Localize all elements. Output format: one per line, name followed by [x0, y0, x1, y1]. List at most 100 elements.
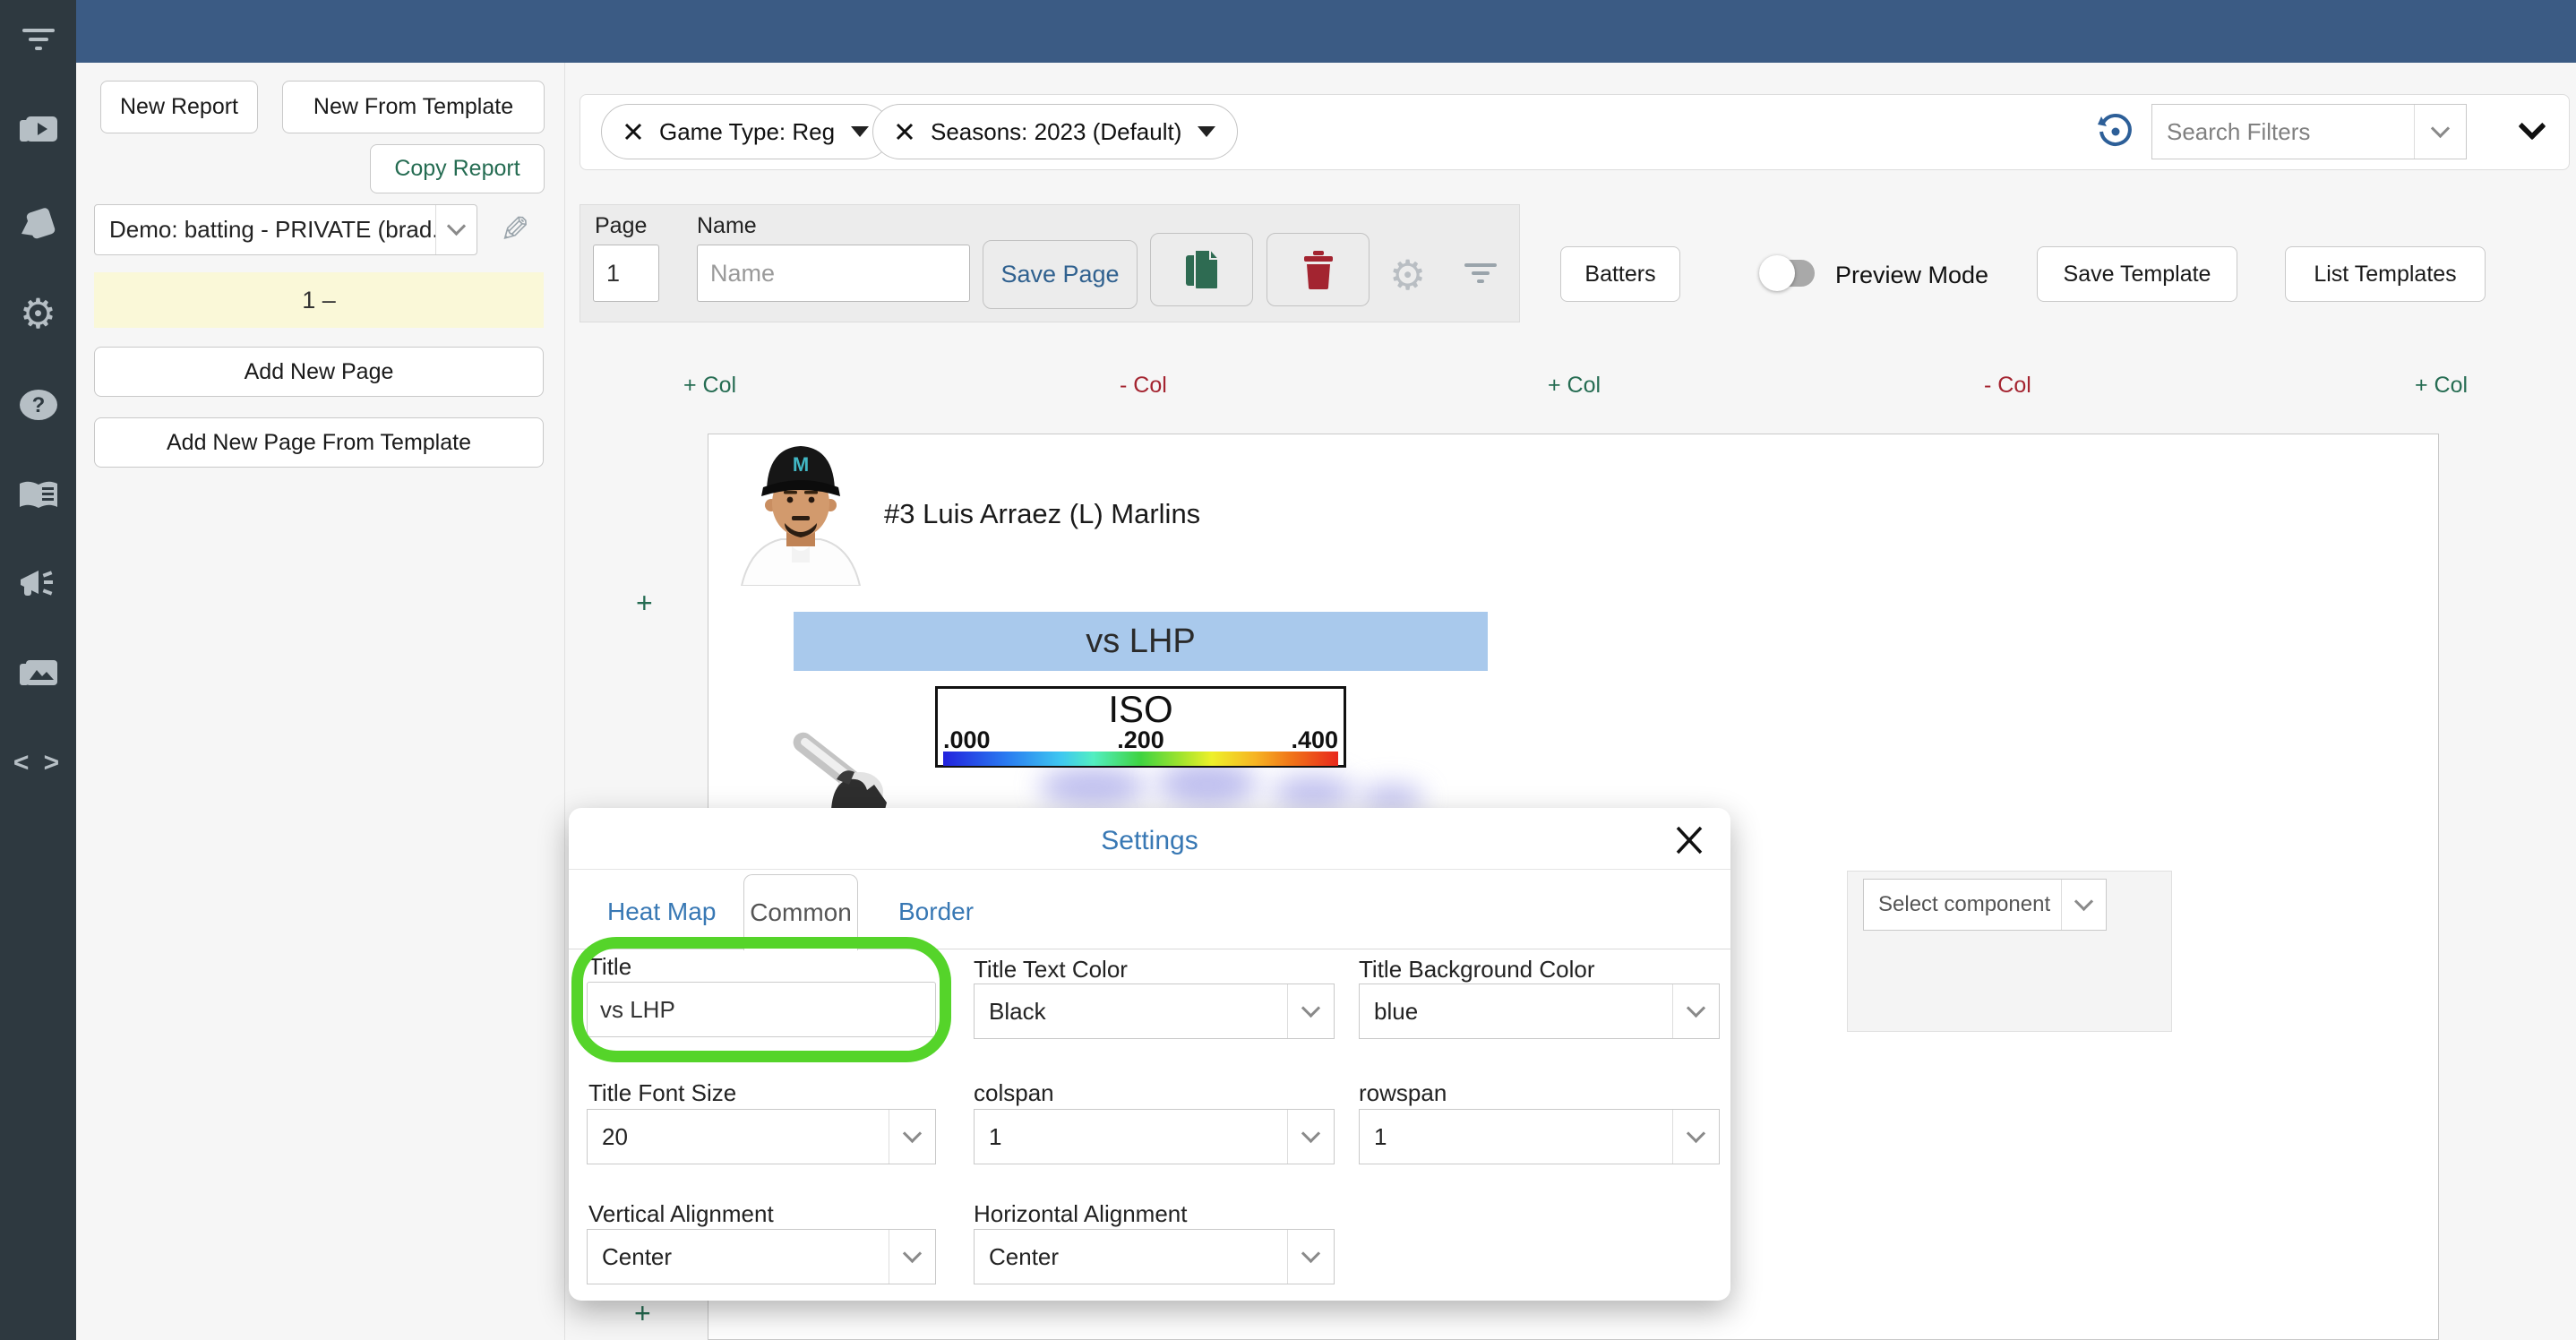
- colspan-select[interactable]: 1: [974, 1109, 1335, 1164]
- colspan-label: colspan: [974, 1079, 1054, 1106]
- add-column-button[interactable]: + Col: [1548, 373, 1601, 399]
- title-text-color-select[interactable]: Black: [974, 984, 1335, 1039]
- page-indicator: 1 –: [302, 286, 336, 314]
- legend-metric: ISO: [1108, 688, 1173, 730]
- tab-heat-map[interactable]: Heat Map: [607, 898, 716, 926]
- page-settings-gear-icon[interactable]: ⚙: [1389, 251, 1426, 299]
- copy-report-button[interactable]: Copy Report: [370, 144, 545, 193]
- code-icon[interactable]: < >: [0, 736, 76, 790]
- page-label: Page: [595, 213, 648, 238]
- report-select-value: Demo: batting - PRIVATE (brad...: [109, 216, 435, 243]
- toggle-knob: [1759, 255, 1795, 291]
- settings-gear-icon[interactable]: ⚙: [0, 287, 76, 340]
- trash-icon: [1303, 251, 1333, 289]
- preview-mode-toggle[interactable]: [1759, 255, 1815, 291]
- section-title: vs LHP: [1086, 622, 1196, 660]
- select-caret: [889, 1110, 935, 1164]
- batters-button[interactable]: Batters: [1560, 246, 1680, 302]
- title-font-size-select[interactable]: 20: [587, 1109, 936, 1164]
- add-row-button[interactable]: +: [636, 587, 653, 620]
- select-caret: [1672, 1110, 1719, 1164]
- settings-modal: Settings Heat Map Common Border Title Ti…: [569, 808, 1730, 1301]
- delete-page-button[interactable]: [1267, 233, 1370, 306]
- announcements-icon[interactable]: [0, 557, 76, 611]
- title-background-color-select[interactable]: blue: [1359, 984, 1720, 1039]
- tab-border[interactable]: Border: [898, 898, 974, 926]
- svg-text:M: M: [793, 453, 809, 476]
- app: ⚙ ? < > New Report New From Template Cop…: [0, 0, 2576, 1340]
- player-photo: M: [734, 437, 867, 590]
- tab-common-label: Common: [750, 898, 852, 926]
- report-select[interactable]: Demo: batting - PRIVATE (brad...: [94, 204, 477, 255]
- legend-tick-min: .000: [943, 726, 991, 753]
- top-nav-bar: [76, 0, 2576, 63]
- sidebar: ⚙ ? < >: [0, 0, 76, 1340]
- list-templates-button[interactable]: List Templates: [2285, 246, 2486, 302]
- preview-mode-label: Preview Mode: [1835, 262, 1989, 288]
- title-text-color-label: Title Text Color: [974, 956, 1128, 983]
- filter-chip-game-type[interactable]: Game Type: Reg: [601, 104, 892, 159]
- add-column-button[interactable]: + Col: [2415, 373, 2468, 399]
- chevron-down-icon[interactable]: [851, 126, 870, 137]
- add-row-button-bottom[interactable]: +: [634, 1297, 651, 1330]
- select-caret: [1672, 984, 1719, 1038]
- section-title-bar[interactable]: vs LHP: [794, 612, 1488, 671]
- legend-tick-mid: .200: [1117, 726, 1164, 753]
- vertical-alignment-value: Center: [602, 1242, 673, 1270]
- collapse-filterbar-chevron-icon[interactable]: [2518, 112, 2546, 141]
- page-number-input[interactable]: [593, 245, 659, 302]
- heatmap-legend: ISO .000 .200 .400: [935, 686, 1346, 768]
- settings-modal-title: Settings: [1101, 826, 1198, 855]
- new-from-template-button[interactable]: New From Template: [282, 81, 545, 133]
- horizontal-alignment-label: Horizontal Alignment: [974, 1200, 1188, 1227]
- heatmap-blur: [1039, 767, 1146, 806]
- rowspan-value: 1: [1374, 1122, 1387, 1150]
- search-filters-placeholder: Search Filters: [2167, 117, 2311, 145]
- cards-icon[interactable]: [0, 195, 76, 249]
- add-new-page-from-template-button[interactable]: Add New Page From Template: [94, 417, 544, 468]
- horizontal-alignment-select[interactable]: Center: [974, 1229, 1335, 1284]
- save-template-button[interactable]: Save Template: [2037, 246, 2237, 302]
- save-page-button[interactable]: Save Page: [983, 240, 1138, 309]
- filter-chip-label: Seasons: 2023 (Default): [931, 117, 1182, 145]
- page-name-input[interactable]: [697, 245, 970, 302]
- title-font-size-value: 20: [602, 1122, 628, 1150]
- select-caret: [889, 1230, 935, 1284]
- copy-page-button[interactable]: [1150, 233, 1253, 306]
- edit-report-pencil-icon[interactable]: ✎: [500, 210, 530, 251]
- title-text-color-value: Black: [989, 997, 1046, 1025]
- search-filters-select[interactable]: Search Filters: [2151, 104, 2467, 159]
- filter-chip-seasons[interactable]: Seasons: 2023 (Default): [872, 104, 1239, 159]
- rowspan-select[interactable]: 1: [1359, 1109, 1720, 1164]
- select-component-dropdown[interactable]: Select component: [1863, 879, 2107, 931]
- remove-filter-icon[interactable]: [623, 122, 643, 142]
- search-filters-caret: [2414, 105, 2466, 159]
- video-library-icon[interactable]: [0, 102, 76, 156]
- filter-icon[interactable]: [0, 13, 76, 66]
- modal-divider: [569, 869, 1730, 870]
- report-select-caret: [435, 205, 477, 254]
- help-icon[interactable]: ?: [0, 378, 76, 432]
- chevron-down-icon[interactable]: [1198, 126, 1216, 137]
- new-report-button[interactable]: New Report: [100, 81, 258, 133]
- select-caret: [1287, 984, 1334, 1038]
- close-icon[interactable]: [1673, 824, 1705, 856]
- page-list-item-selected[interactable]: 1 –: [94, 272, 544, 328]
- handbook-icon[interactable]: [0, 468, 76, 522]
- vertical-alignment-select[interactable]: Center: [587, 1229, 936, 1284]
- filter-history-icon[interactable]: [2096, 112, 2135, 156]
- colspan-value: 1: [989, 1122, 1002, 1150]
- rowspan-label: rowspan: [1359, 1079, 1447, 1106]
- title-font-size-label: Title Font Size: [588, 1079, 737, 1106]
- remove-filter-icon[interactable]: [895, 122, 914, 142]
- tab-common[interactable]: Common: [743, 874, 858, 950]
- page-filter-icon[interactable]: [1463, 262, 1498, 289]
- heatmap-blur: [1360, 785, 1424, 810]
- select-caret: [1287, 1110, 1334, 1164]
- remove-column-button[interactable]: - Col: [1120, 373, 1167, 399]
- remove-column-button[interactable]: - Col: [1984, 373, 2031, 399]
- title-input[interactable]: [587, 982, 936, 1037]
- image-library-icon[interactable]: [0, 646, 76, 700]
- add-new-page-button[interactable]: Add New Page: [94, 347, 544, 397]
- add-column-button[interactable]: + Col: [683, 373, 736, 399]
